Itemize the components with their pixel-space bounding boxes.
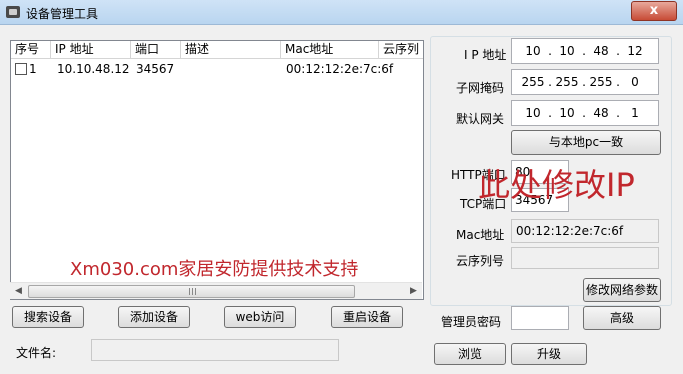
list-header: 序号 IP 地址 端口 描述 Mac地址 云序列 bbox=[11, 41, 423, 59]
cell-index: 1 bbox=[29, 62, 37, 76]
support-overlay-text: Xm030.com家居安防提供技术支持 bbox=[70, 259, 359, 280]
file-name-field[interactable] bbox=[91, 339, 339, 361]
mask-octet-4: 0 bbox=[631, 75, 639, 89]
gateway-octet-2: 10 bbox=[559, 106, 575, 120]
column-header-index[interactable]: 序号 bbox=[11, 41, 51, 58]
scroll-right-icon[interactable]: ▶ bbox=[406, 284, 421, 298]
ip-dot: . bbox=[616, 44, 620, 58]
cloud-serial-field[interactable] bbox=[511, 247, 659, 269]
ip-address-field[interactable]: 10 . 10 . 48 . 12 bbox=[511, 38, 659, 64]
mac-address-field[interactable]: 00:12:12:2e:7c:6f bbox=[511, 219, 659, 243]
window-title: 设备管理工具 bbox=[26, 7, 99, 21]
browse-button[interactable]: 浏览 bbox=[434, 343, 506, 365]
ip-address-label: I P 地址 bbox=[464, 48, 507, 62]
mask-octet-2: 255 bbox=[555, 75, 579, 89]
cell-ip: 10.10.48.12 bbox=[57, 62, 130, 76]
upgrade-button[interactable]: 升级 bbox=[511, 343, 587, 365]
mac-address-label: Mac地址 bbox=[456, 228, 505, 242]
title-bar: 设备管理工具 x bbox=[0, 0, 683, 25]
column-header-port[interactable]: 端口 bbox=[131, 41, 181, 58]
subnet-mask-label: 子网掩码 bbox=[456, 81, 505, 95]
ip-dot: . bbox=[548, 44, 552, 58]
ip-dot: . bbox=[582, 44, 586, 58]
modify-ip-overlay-text: 此处修改IP bbox=[478, 166, 635, 204]
grip-icon bbox=[189, 288, 197, 295]
ip-octet-1: 10 bbox=[525, 44, 541, 58]
same-as-local-pc-button[interactable]: 与本地pc一致 bbox=[511, 130, 661, 155]
gateway-field[interactable]: 10 . 10 . 48 . 1 bbox=[511, 100, 659, 126]
row-checkbox[interactable] bbox=[15, 63, 27, 75]
scroll-left-icon[interactable]: ◀ bbox=[11, 284, 26, 298]
column-header-mac[interactable]: Mac地址 bbox=[281, 41, 379, 58]
ip-dot: . bbox=[582, 106, 586, 120]
column-header-cloud[interactable]: 云序列 bbox=[379, 41, 423, 58]
gateway-octet-3: 48 bbox=[593, 106, 609, 120]
app-icon bbox=[6, 6, 20, 18]
scrollbar-thumb[interactable] bbox=[28, 285, 355, 298]
ip-dot: . bbox=[548, 75, 552, 89]
gateway-label: 默认网关 bbox=[456, 112, 505, 126]
admin-password-label: 管理员密码 bbox=[441, 315, 502, 329]
ip-dot: . bbox=[616, 75, 620, 89]
mask-octet-1: 255 bbox=[521, 75, 545, 89]
subnet-mask-field[interactable]: 255 . 255 . 255 . 0 bbox=[511, 69, 659, 95]
ip-octet-2: 10 bbox=[559, 44, 575, 58]
file-name-label: 文件名: bbox=[16, 346, 57, 360]
gateway-octet-1: 10 bbox=[525, 106, 541, 120]
ip-octet-3: 48 bbox=[593, 44, 609, 58]
web-access-button[interactable]: web访问 bbox=[224, 306, 296, 328]
cell-mac: 00:12:12:2e:7c:6f bbox=[286, 62, 394, 76]
mask-octet-3: 255 bbox=[589, 75, 613, 89]
ip-dot: . bbox=[548, 106, 552, 120]
ip-dot: . bbox=[616, 106, 620, 120]
ip-dot: . bbox=[582, 75, 586, 89]
cell-port: 34567 bbox=[136, 62, 175, 76]
close-button[interactable]: x bbox=[631, 1, 677, 21]
column-header-ip[interactable]: IP 地址 bbox=[51, 41, 131, 58]
advanced-button[interactable]: 高级 bbox=[583, 306, 661, 330]
gateway-octet-4: 1 bbox=[631, 106, 639, 120]
table-row[interactable]: 1 10.10.48.12 34567 00:12:12:2e:7c:6f bbox=[11, 60, 423, 78]
admin-password-field[interactable] bbox=[511, 306, 569, 330]
cloud-serial-label: 云序列号 bbox=[456, 254, 505, 268]
add-device-button[interactable]: 添加设备 bbox=[118, 306, 190, 328]
column-header-desc[interactable]: 描述 bbox=[181, 41, 281, 58]
horizontal-scrollbar[interactable]: ◀ ▶ bbox=[10, 282, 422, 299]
search-devices-button[interactable]: 搜索设备 bbox=[12, 306, 84, 328]
reboot-device-button[interactable]: 重启设备 bbox=[331, 306, 403, 328]
modify-network-params-button[interactable]: 修改网络参数 bbox=[583, 278, 661, 302]
ip-octet-4: 12 bbox=[627, 44, 643, 58]
close-icon: x bbox=[649, 3, 659, 18]
